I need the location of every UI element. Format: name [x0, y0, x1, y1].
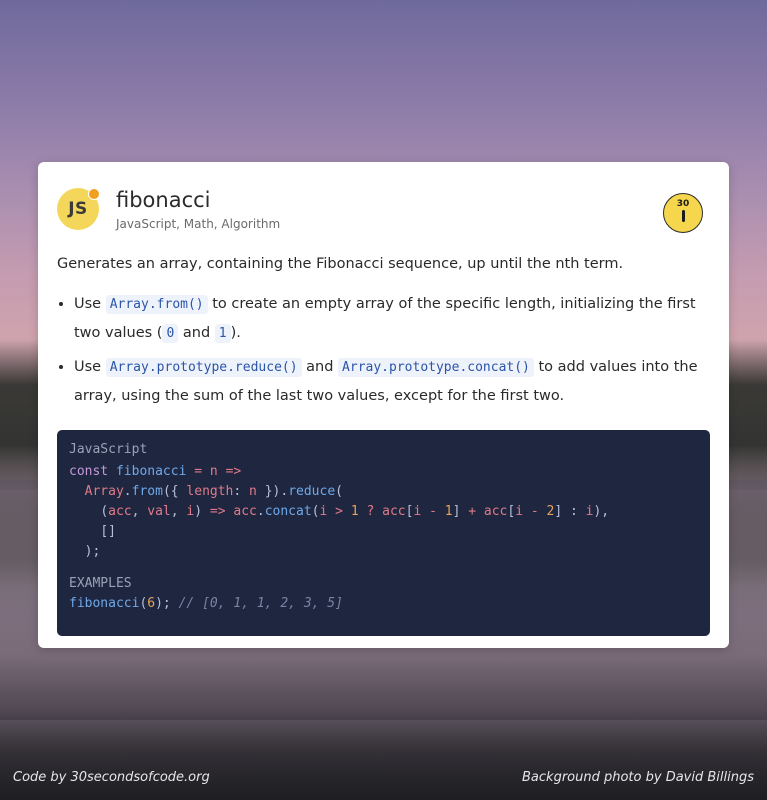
footer-shade	[0, 710, 767, 800]
snippet-points: Use Array.from() to create an empty arra…	[57, 290, 715, 416]
point-text: Use	[74, 359, 106, 375]
badge-dot	[88, 188, 100, 200]
code-line: const fibonacci = n =>	[69, 464, 242, 479]
point-item: Use Array.from() to create an empty arra…	[74, 290, 715, 348]
inline-code: 1	[214, 324, 231, 343]
snippet-description: Generates an array, containing the Fibon…	[57, 256, 624, 272]
code-block[interactable]: JavaScript const fibonacci = n => Array.f…	[57, 430, 710, 636]
point-text: and	[178, 325, 215, 341]
snippet-tags: JavaScript, Math, Algorithm	[116, 217, 281, 231]
snippet-title: fibonacci	[116, 188, 211, 212]
examples-label: EXAMPLES	[69, 576, 132, 591]
logo-clock-hand	[681, 210, 685, 222]
code-line: (acc, val, i) => acc.concat(i > 1 ? acc[…	[100, 504, 610, 519]
inline-code: Array.prototype.reduce()	[105, 358, 302, 377]
photo-credit[interactable]: Background photo by David Billings	[522, 770, 754, 785]
code-line: );	[84, 544, 101, 559]
logo-number: 30	[676, 199, 690, 209]
code-credit[interactable]: Code by 30secondsofcode.org	[13, 770, 210, 785]
point-text: ).	[230, 325, 241, 341]
code-line: []	[100, 524, 116, 539]
code-language-label: JavaScript	[69, 442, 148, 457]
javascript-badge-icon: JS	[57, 188, 100, 230]
inline-code: Array.from()	[105, 295, 208, 314]
badge-label: JS	[68, 199, 88, 219]
point-text: and	[301, 359, 339, 375]
inline-code: Array.prototype.concat()	[338, 358, 534, 377]
point-text: Use	[74, 296, 106, 312]
code-line: Array.from({ length: n }).reduce(	[84, 484, 343, 499]
point-item: Use Array.prototype.reduce() and Array.p…	[74, 353, 715, 411]
snippet-card: JS fibonacci JavaScript, Math, Algorithm…	[38, 162, 729, 648]
inline-code: 0	[162, 324, 179, 343]
30-seconds-logo-icon[interactable]: 30	[663, 193, 703, 233]
code-line: fibonacci(6); // [0, 1, 1, 2, 3, 5]	[69, 596, 343, 611]
